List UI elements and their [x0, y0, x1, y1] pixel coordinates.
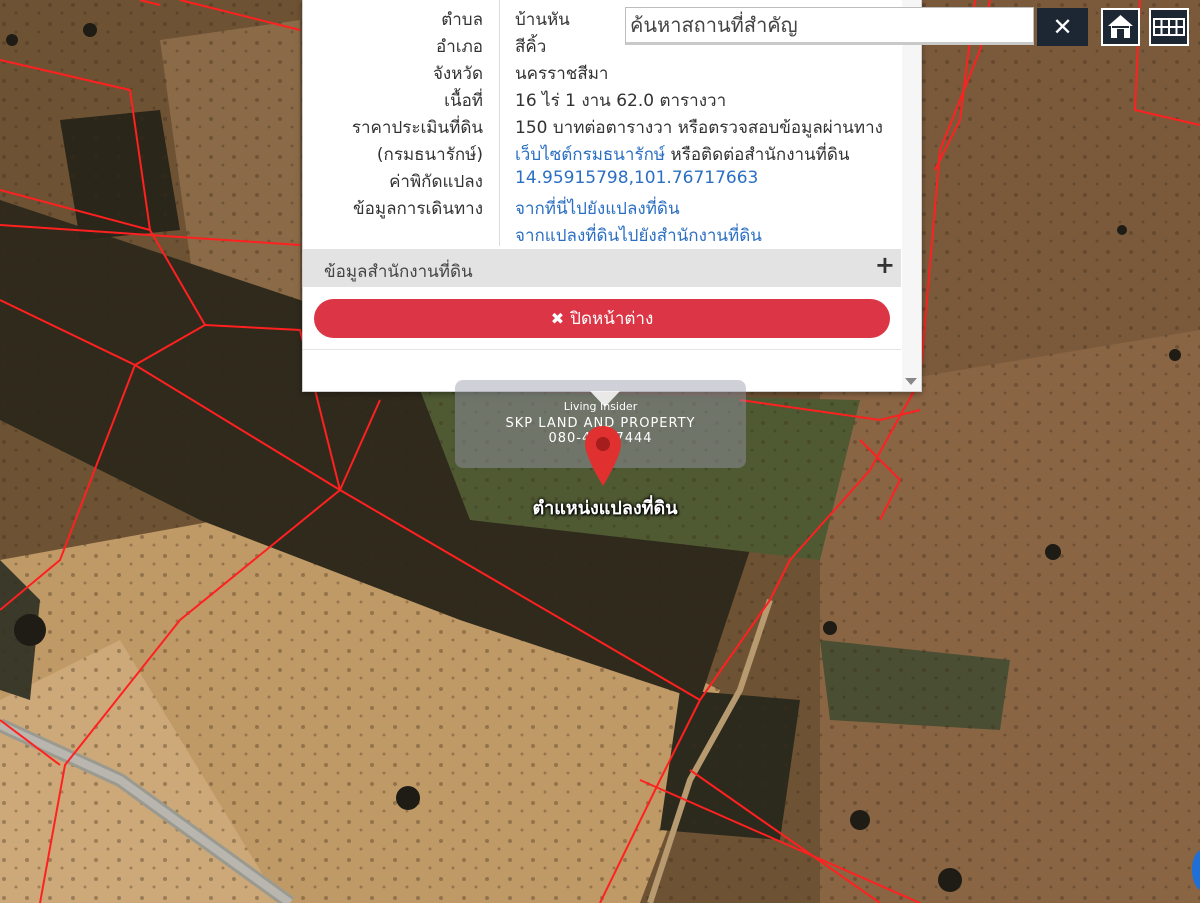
plus-icon[interactable]: + [875, 251, 895, 279]
row-province: จังหวัด นครราชสีมา [303, 56, 901, 84]
grid-icon [1153, 18, 1185, 36]
close-icon: ✖ [550, 309, 565, 328]
close-icon: ✕ [1052, 13, 1073, 41]
popup-pointer [590, 391, 620, 407]
popup-divider [303, 349, 901, 350]
place-search-box[interactable] [625, 7, 1034, 45]
land-office-section-title: ข้อมูลสำนักงานที่ดิน [324, 262, 473, 282]
home-button[interactable] [1101, 8, 1140, 46]
directions-to-office-link[interactable]: จากแปลงที่ดินไปยังสำนักงานที่ดิน [515, 222, 762, 249]
row-treasury: (กรมธนารักษ์) เว็บไซต์กรมธนารักษ์ หรือติ… [303, 137, 901, 165]
land-office-section-toggle[interactable]: ข้อมูลสำนักงานที่ดิน + [303, 249, 901, 287]
close-window-button[interactable]: ✖ ปิดหน้าต่าง [314, 299, 890, 338]
row-directions: ข้อมูลการเดินทาง จากที่นี่ไปยังแปลงที่ดิ… [303, 191, 901, 219]
home-icon [1108, 15, 1133, 38]
clear-search-button[interactable]: ✕ [1037, 8, 1088, 46]
parcel-location-label: ตำแหน่งแปลงที่ดิน [532, 498, 678, 519]
treasury-website-link[interactable]: เว็บไซต์กรมธนารักษ์ [515, 145, 665, 165]
row-coordinates: ค่าพิกัดแปลง 14.95915798,101.76717663 [303, 164, 901, 192]
place-search-input[interactable] [626, 8, 1033, 42]
map-pin-icon[interactable] [583, 424, 623, 488]
row-appraisal: ราคาประเมินที่ดิน 150 บาทต่อตารางวา หรือ… [303, 110, 901, 138]
parcel-info-popup: ตำบล บ้านหัน อำเภอ สีคิ้ว จังหวัด นครราช… [302, 0, 922, 392]
scroll-down-arrow-icon[interactable] [905, 378, 917, 385]
row-directions-office: จากแปลงที่ดินไปยังสำนักงานที่ดิน [303, 218, 901, 246]
row-area: เนื้อที่ 16 ไร่ 1 งาน 62.0 ตารางวา [303, 83, 901, 111]
coordinates-link[interactable]: 14.95915798,101.76717663 [515, 168, 758, 188]
close-window-label: ปิดหน้าต่าง [570, 309, 654, 329]
layers-grid-button[interactable] [1149, 8, 1189, 46]
treasury-value-rest: หรือติดต่อสำนักงานที่ดิน [665, 145, 850, 165]
popup-scrollbar[interactable] [902, 0, 921, 391]
